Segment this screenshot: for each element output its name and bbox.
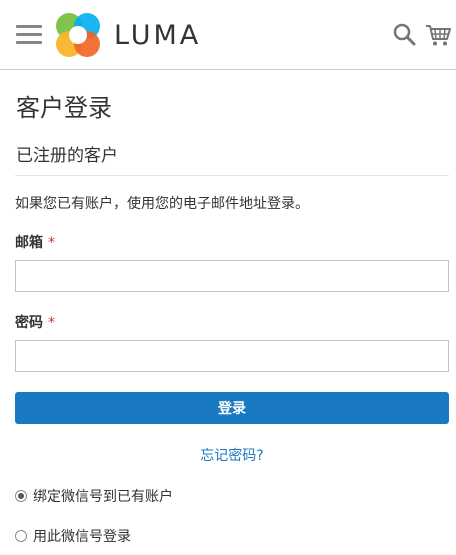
wechat-login-option[interactable]: 用此微信号登录 <box>15 526 131 546</box>
page: LUMA 客户登录 已注册的客户 如果您已有账户，使用您的电子邮件地址登录。 邮… <box>0 0 456 555</box>
radio-button-checked[interactable] <box>15 490 27 502</box>
email-field[interactable] <box>15 260 449 292</box>
shopping-cart-icon[interactable] <box>425 22 451 48</box>
search-icon[interactable] <box>393 22 417 48</box>
login-button[interactable]: 登录 <box>15 392 449 424</box>
brand-name: LUMA <box>114 19 202 51</box>
menu-bar <box>16 25 42 28</box>
bind-wechat-option[interactable]: 绑定微信号到已有账户 <box>15 486 173 506</box>
radio-button[interactable] <box>15 530 27 542</box>
email-label-text: 邮箱 <box>15 235 43 251</box>
luma-logo[interactable]: LUMA <box>55 12 201 58</box>
login-intro-text: 如果您已有账户，使用您的电子邮件地址登录。 <box>15 196 309 212</box>
forgot-password-link[interactable]: 忘记密码? <box>0 445 456 465</box>
bind-wechat-option-label: 绑定微信号到已有账户 <box>33 489 173 505</box>
wechat-login-option-label: 用此微信号登录 <box>33 529 131 545</box>
email-label: 邮箱 * <box>15 232 55 252</box>
menu-bar <box>16 33 42 36</box>
menu-bar <box>16 41 42 44</box>
page-header: LUMA <box>0 0 456 70</box>
required-mark: * <box>48 315 55 331</box>
password-field[interactable] <box>15 340 449 372</box>
luma-logo-icon <box>56 13 100 57</box>
hamburger-menu-icon[interactable] <box>16 25 42 45</box>
password-label-text: 密码 <box>15 315 43 331</box>
password-label: 密码 * <box>15 312 55 332</box>
page-title: 客户登录 <box>16 94 112 122</box>
divider <box>15 175 449 176</box>
required-mark: * <box>48 235 55 251</box>
registered-customers-title: 已注册的客户 <box>16 146 118 166</box>
